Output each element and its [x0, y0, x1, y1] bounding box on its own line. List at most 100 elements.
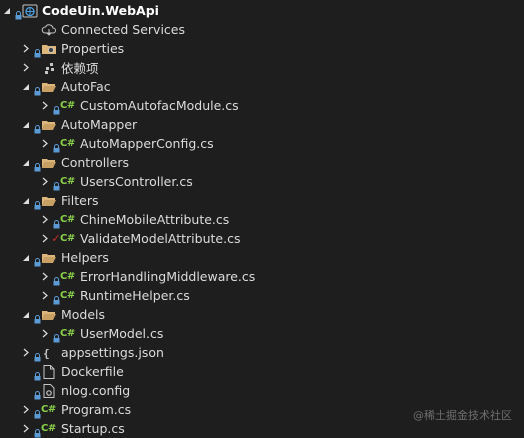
lock-icon — [33, 77, 41, 96]
project-name: CodeUin.WebApi — [42, 3, 159, 18]
lock-icon — [52, 324, 60, 343]
node-label: Properties — [61, 41, 125, 56]
properties-icon — [41, 39, 59, 58]
chevron-down-icon[interactable] — [19, 305, 33, 324]
node-label: Program.cs — [61, 402, 132, 417]
lock-icon — [52, 267, 60, 286]
node-label: Startup.cs — [61, 421, 125, 436]
lock-icon — [33, 419, 41, 438]
node-label: UsersController.cs — [80, 174, 193, 189]
node-label: Connected Services — [61, 22, 185, 37]
pending-edit-check-icon: ✓ — [51, 232, 61, 245]
csharp-file-icon: C# — [60, 100, 75, 111]
lock-icon — [33, 343, 41, 362]
folder-icon — [41, 77, 59, 96]
lock-icon — [33, 153, 41, 172]
chevron-right-icon[interactable] — [38, 267, 52, 286]
chevron-right-icon[interactable] — [38, 96, 52, 115]
node-label: RuntimeHelper.cs — [80, 288, 190, 303]
chevron-right-icon[interactable] — [38, 210, 52, 229]
chevron-down-icon[interactable] — [0, 1, 14, 20]
csharp-file-icon: C# — [60, 233, 75, 244]
chevron-down-icon[interactable] — [19, 153, 33, 172]
chevron-down-icon[interactable] — [19, 248, 33, 267]
csharp-file-icon: C# — [60, 176, 75, 187]
folder-icon — [41, 153, 59, 172]
models-folder[interactable]: Models — [0, 305, 524, 324]
node-label: nlog.config — [61, 383, 131, 398]
dependencies[interactable]: 依赖项 — [0, 58, 524, 77]
chevron-down-icon[interactable] — [19, 115, 33, 134]
node-label: appsettings.json — [61, 345, 164, 360]
node-label: UserModel.cs — [80, 326, 164, 341]
csharp-file-icon: C# — [60, 138, 75, 149]
helpers-folder[interactable]: Helpers — [0, 248, 524, 267]
node-label: Models — [61, 307, 106, 322]
chine-mobile-attribute-file[interactable]: C# ChineMobileAttribute.cs — [0, 210, 524, 229]
error-handling-middleware-file[interactable]: C# ErrorHandlingMiddleware.cs — [0, 267, 524, 286]
node-label: Filters — [61, 193, 99, 208]
automapper-config-file[interactable]: C# AutoMapperConfig.cs — [0, 134, 524, 153]
node-label: Controllers — [61, 155, 129, 170]
lock-icon — [33, 248, 41, 267]
folder-icon — [41, 305, 59, 324]
lock-icon — [33, 305, 41, 324]
chevron-right-icon[interactable] — [19, 58, 33, 77]
project-node[interactable]: CodeUin.WebApi — [0, 1, 524, 20]
chevron-right-icon[interactable] — [38, 286, 52, 305]
chevron-right-icon[interactable] — [38, 229, 52, 248]
lock-icon — [33, 39, 41, 58]
autofac-folder[interactable]: AutoFac — [0, 77, 524, 96]
custom-autofac-module-file[interactable]: C# CustomAutofacModule.cs — [0, 96, 524, 115]
chevron-right-icon[interactable] — [19, 343, 33, 362]
appsettings-file[interactable]: { } appsettings.json — [0, 343, 524, 362]
chevron-right-icon[interactable] — [19, 39, 33, 58]
lock-spacer — [33, 58, 41, 77]
users-controller-file[interactable]: C# UsersController.cs — [0, 172, 524, 191]
user-model-file[interactable]: C# UserModel.cs — [0, 324, 524, 343]
controllers-folder[interactable]: Controllers — [0, 153, 524, 172]
validate-model-attribute-file[interactable]: ✓ C# ValidateModelAttribute.cs — [0, 229, 524, 248]
chevron-right-icon[interactable] — [19, 419, 33, 438]
node-label: AutoFac — [61, 79, 111, 94]
lock-icon — [33, 191, 41, 210]
chevron-right-icon[interactable] — [38, 324, 52, 343]
watermark-text: @稀土掘金技术社区 — [413, 409, 512, 422]
node-label: ChineMobileAttribute.cs — [80, 212, 230, 227]
nlog-config-file[interactable]: nlog.config — [0, 381, 524, 400]
properties-folder[interactable]: Properties — [0, 39, 524, 58]
node-label: Helpers — [61, 250, 109, 265]
automapper-folder[interactable]: AutoMapper — [0, 115, 524, 134]
chevron-down-icon[interactable] — [19, 191, 33, 210]
chevron-right-icon[interactable] — [38, 134, 52, 153]
lock-icon — [14, 1, 22, 20]
csharp-file-icon: C# — [60, 290, 75, 301]
node-label: AutoMapper — [61, 117, 138, 132]
chevron-right-icon[interactable] — [38, 172, 52, 191]
csharp-file-icon: C# — [60, 328, 75, 339]
filters-folder[interactable]: Filters — [0, 191, 524, 210]
connected-services-icon — [41, 20, 59, 39]
connected-services[interactable]: Connected Services — [0, 20, 524, 39]
lock-icon — [52, 96, 60, 115]
lock-icon — [52, 134, 60, 153]
node-label: ErrorHandlingMiddleware.cs — [80, 269, 256, 284]
dependencies-icon — [41, 58, 59, 77]
csharp-file-icon: C# — [41, 404, 56, 415]
lock-icon — [33, 115, 41, 134]
csharp-file-icon: C# — [60, 214, 75, 225]
lock-icon — [52, 286, 60, 305]
folder-icon — [41, 248, 59, 267]
dockerfile-file[interactable]: Dockerfile — [0, 362, 524, 381]
chevron-down-icon[interactable] — [19, 77, 33, 96]
svg-text:{ }: { } — [43, 347, 57, 360]
node-label: ValidateModelAttribute.cs — [80, 231, 241, 246]
folder-icon — [41, 115, 59, 134]
chevron-right-icon[interactable] — [19, 400, 33, 419]
lock-icon — [33, 381, 41, 400]
json-icon: { } — [41, 343, 59, 362]
runtime-helper-file[interactable]: C# RuntimeHelper.cs — [0, 286, 524, 305]
